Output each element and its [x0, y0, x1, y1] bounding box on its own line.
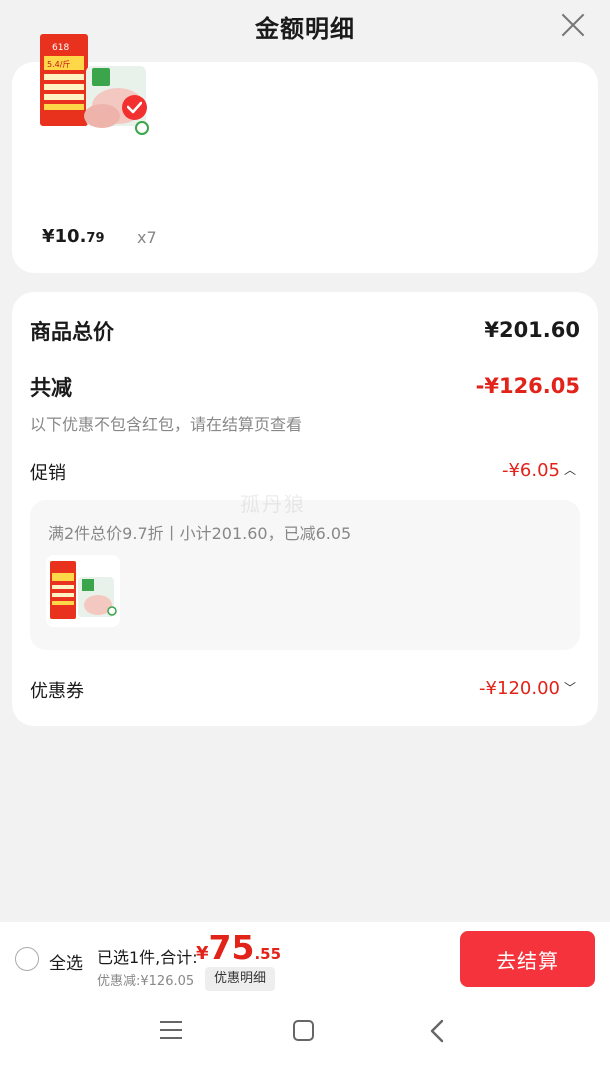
product-price-int: ¥10.: [42, 226, 87, 247]
thumb-tag-text: 618: [52, 43, 69, 53]
amount-int: 75: [208, 928, 255, 967]
coupon-toggle[interactable]: -¥120.00 ﹀: [479, 678, 576, 699]
promo-value: -¥6.05: [501, 460, 560, 481]
coupon-value: -¥120.00: [479, 678, 560, 699]
total-label: 商品总价: [30, 320, 114, 344]
reduce-label: 共减: [30, 376, 72, 400]
back-icon[interactable]: [428, 1019, 446, 1043]
selected-check-icon[interactable]: [122, 95, 147, 120]
promo-toggle[interactable]: -¥6.05 ︿: [502, 460, 576, 481]
total-value: ¥201.60: [484, 318, 580, 342]
select-all-radio[interactable]: [15, 947, 39, 971]
product-image[interactable]: 618 5.4/斤: [30, 26, 158, 162]
amount-yen: ¥: [196, 943, 209, 964]
discount-summary: 优惠减:¥126.05: [97, 974, 195, 989]
checkout-button[interactable]: 去结算: [460, 931, 595, 987]
summary-text: 已选1件,合计:: [97, 948, 198, 967]
promo-product-image[interactable]: [46, 555, 120, 627]
promo-label: 促销: [30, 463, 66, 484]
chevron-up-icon: ︿: [563, 463, 576, 477]
coupon-label: 优惠券: [30, 681, 84, 702]
discount-note: 以下优惠不包含红包，请在结算页查看: [30, 415, 303, 434]
thumb-price-text: 5.4/斤: [47, 59, 70, 69]
product-quantity: x7: [137, 228, 157, 247]
watermark: 孤丹狼: [240, 492, 306, 516]
discount-detail-button[interactable]: 优惠明细: [205, 967, 276, 991]
page-title: 金额明细: [255, 14, 355, 43]
summary-amount: ¥75.55: [196, 928, 281, 967]
menu-icon[interactable]: [160, 1021, 182, 1039]
product-price-dec: 79: [86, 231, 105, 246]
home-icon[interactable]: [293, 1020, 314, 1041]
close-icon[interactable]: [558, 10, 588, 40]
reduce-value: -¥126.05: [475, 374, 580, 398]
chevron-down-icon: ﹀: [563, 681, 576, 695]
product-price: ¥10.79: [42, 226, 105, 247]
promo-description: 满2件总价9.7折丨小计201.60，已减6.05: [48, 524, 352, 543]
amount-dec: .55: [254, 945, 282, 963]
select-all-label[interactable]: 全选: [49, 949, 83, 974]
